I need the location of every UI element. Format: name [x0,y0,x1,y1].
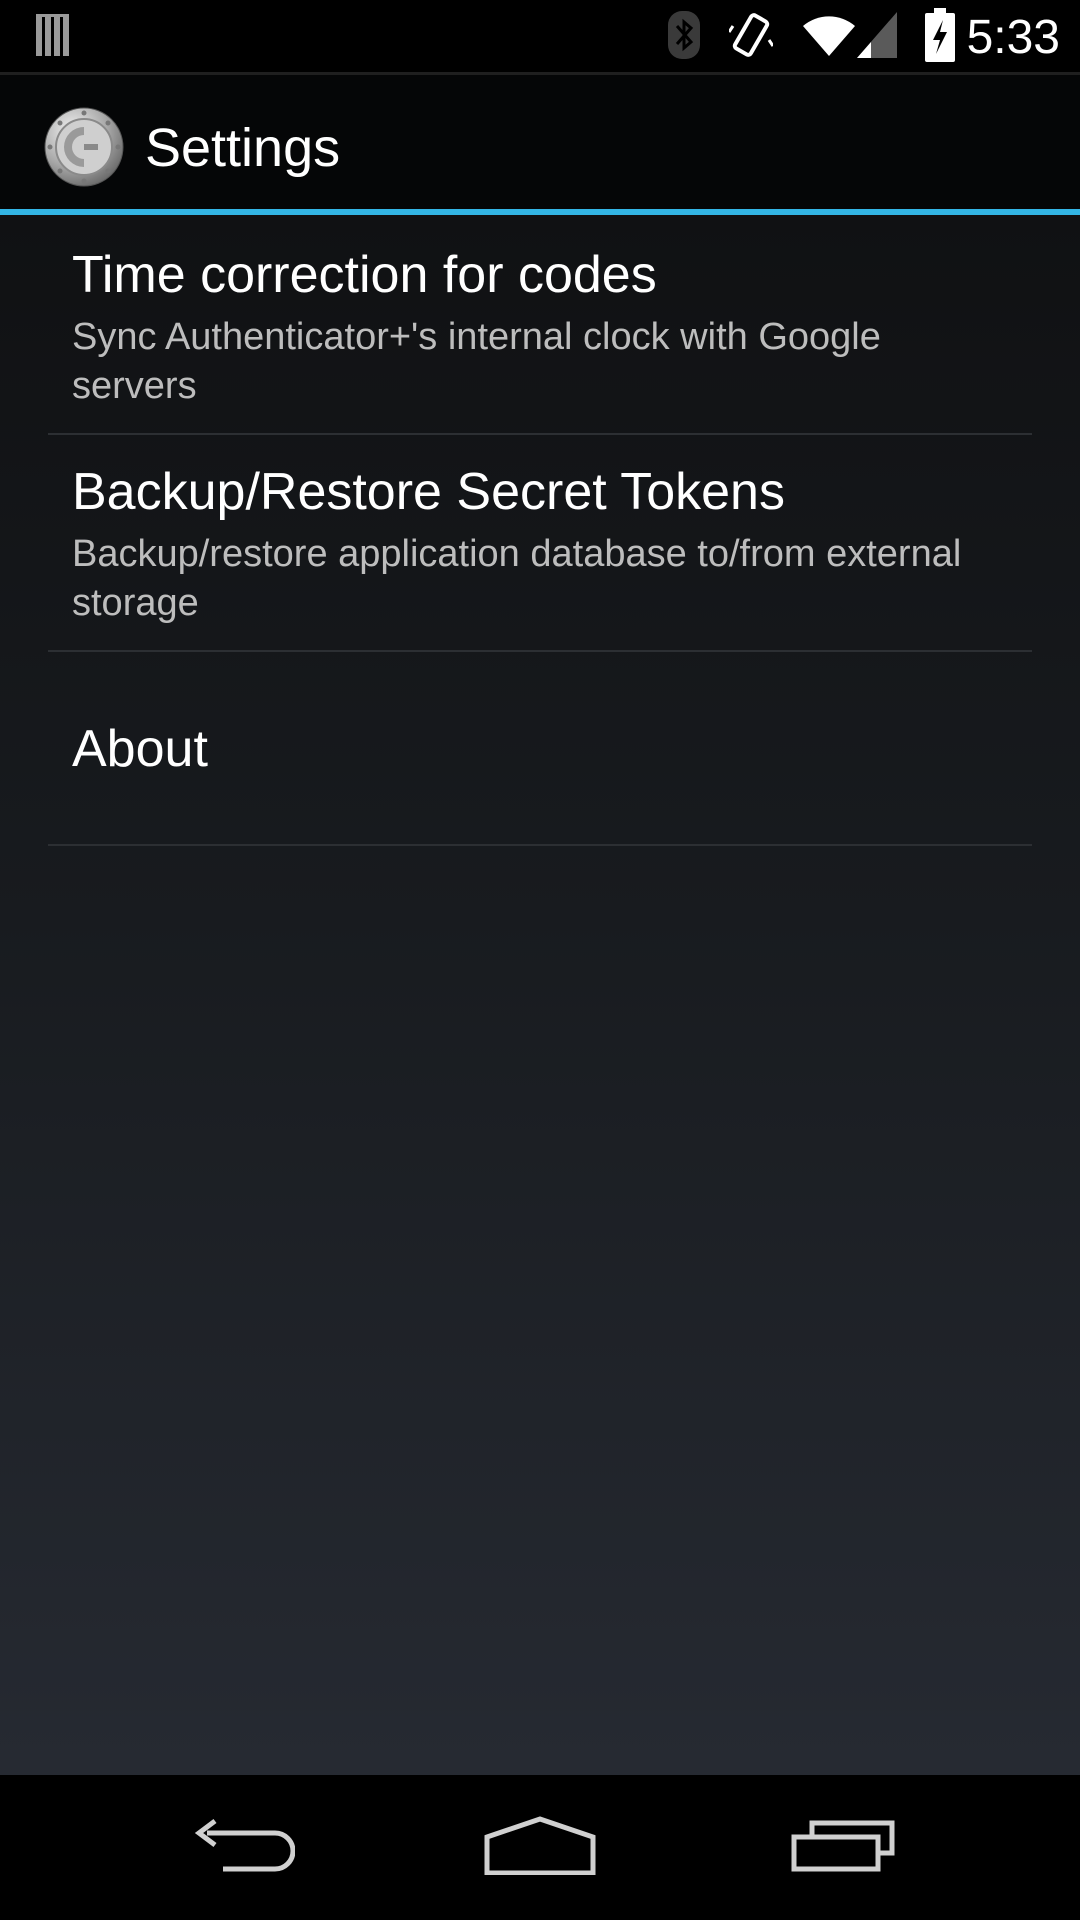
pref-title: Time correction for codes [72,246,657,304]
back-button[interactable] [140,1775,340,1920]
home-icon [483,1815,597,1880]
pref-title: About [72,720,208,778]
pref-about[interactable]: About [48,652,1032,846]
screen: 5:33 Settings Time correction for codes … [0,0,1080,1920]
home-button[interactable] [440,1775,640,1920]
preference-list: Time correction for codes Sync Authentic… [0,215,1080,1775]
navigation-bar [0,1775,1080,1920]
pref-title: Backup/Restore Secret Tokens [72,463,785,521]
back-icon [185,1815,296,1880]
page-title: Settings [145,118,341,178]
vibrate-icon [727,10,774,65]
cell-signal-icon [856,12,897,63]
authenticator-logo-icon[interactable] [44,107,124,187]
status-time: 5:33 [966,11,1060,64]
battery-charging-icon [924,8,955,67]
bluetooth-icon [667,10,701,65]
wifi-icon [801,12,857,63]
status-bar: 5:33 [0,0,1080,75]
pref-time-correction[interactable]: Time correction for codes Sync Authentic… [48,215,1032,435]
notification-icon [36,14,72,58]
status-icons: 5:33 [667,0,1060,75]
pref-summary: Backup/restore application database to/f… [72,533,962,624]
recent-apps-icon [790,1817,896,1878]
recent-apps-button[interactable] [743,1775,943,1920]
pref-summary: Sync Authenticator+'s internal clock wit… [72,316,881,407]
pref-backup-restore[interactable]: Backup/Restore Secret Tokens Backup/rest… [48,435,1032,652]
action-bar: Settings [0,75,1080,215]
